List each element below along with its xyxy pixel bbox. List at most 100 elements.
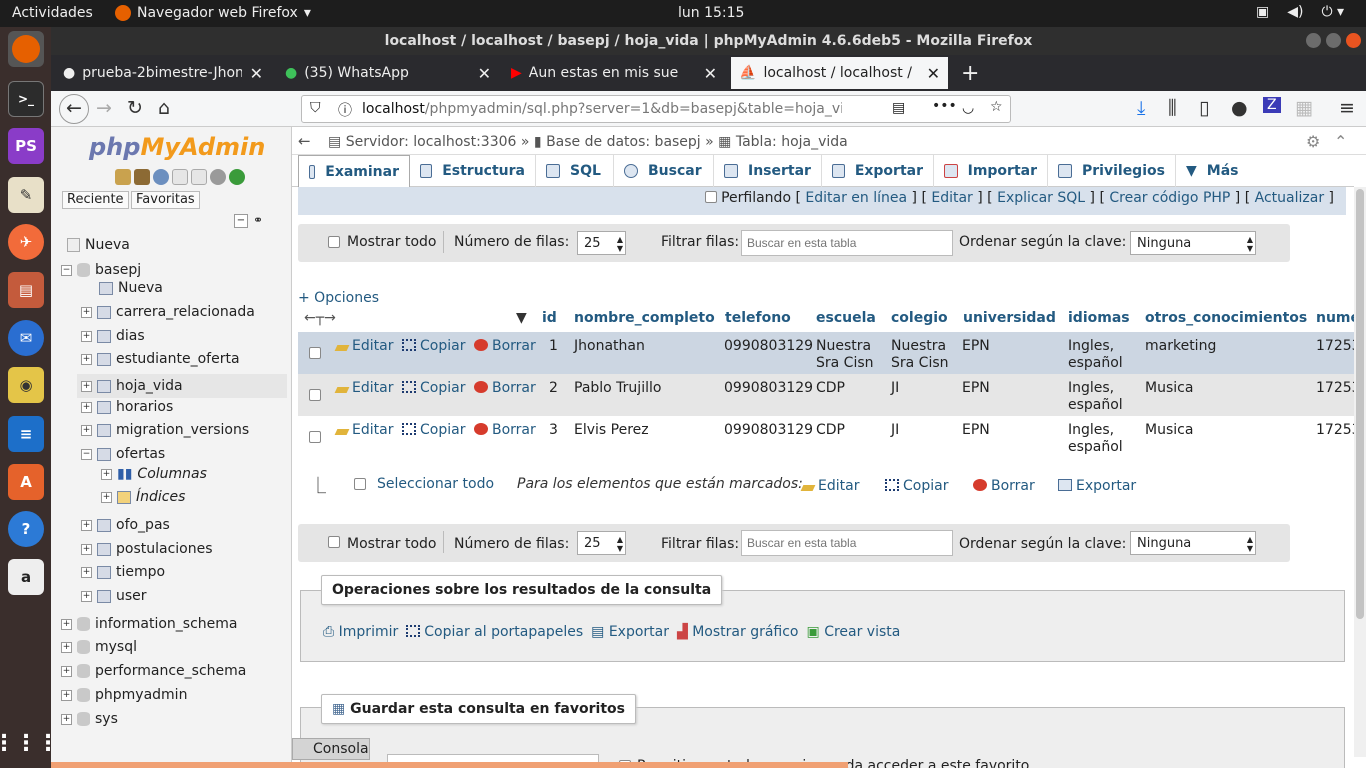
forward-button[interactable]: →: [96, 97, 112, 119]
row-checkbox[interactable]: [309, 389, 321, 401]
tree-table[interactable]: + migration_versions: [81, 422, 249, 438]
phpmyadmin-logo[interactable]: phpMyAdmin: [89, 133, 265, 161]
url-bar[interactable]: ⛉ ⓘ localhost/phpmyadmin/sql.php?server=…: [301, 95, 1011, 123]
tab-buscar[interactable]: Buscar: [614, 155, 714, 187]
expand-icon[interactable]: +: [81, 519, 92, 531]
zotero-icon[interactable]: Z: [1263, 97, 1281, 113]
breadcrumb-db[interactable]: Base de datos: basepj: [546, 134, 701, 150]
cell-universidad[interactable]: EPN: [962, 338, 990, 355]
select-all-link[interactable]: Seleccionar todo: [377, 476, 494, 492]
cell-telefono[interactable]: 0990803129: [724, 380, 813, 397]
writer-dock-icon[interactable]: ≡: [8, 416, 44, 452]
cell-nombre[interactable]: Jhonathan: [574, 338, 645, 355]
cell-id[interactable]: 1: [549, 338, 558, 355]
cell-otros[interactable]: Musica: [1145, 422, 1193, 439]
row-copy-link[interactable]: Copiar: [402, 422, 465, 439]
settings-gear-icon[interactable]: ⚙: [1306, 132, 1320, 151]
select-all-checkbox[interactable]: [354, 478, 366, 490]
tree-table[interactable]: + carrera_relacionada: [81, 304, 255, 320]
cell-otros[interactable]: marketing: [1145, 338, 1216, 355]
show-chart-link[interactable]: ▟ Mostrar gráfico: [677, 624, 799, 640]
tree-db[interactable]: + sys: [61, 711, 118, 727]
thunderbird-dock-icon[interactable]: ✉: [8, 320, 44, 356]
docs2-icon[interactable]: [191, 169, 207, 185]
cell-colegio[interactable]: Nuestra Sra Cisn: [891, 338, 961, 372]
bulk-delete-link[interactable]: Borrar: [973, 478, 1035, 494]
tab-youtube[interactable]: ▶ Aun estas en mis sueñ ✕: [503, 57, 725, 89]
gear-icon[interactable]: [210, 169, 226, 185]
cell-nombre[interactable]: Pablo Trujillo: [574, 380, 661, 397]
edit-link[interactable]: Editar: [931, 190, 972, 206]
tree-new-table[interactable]: Nueva: [99, 280, 163, 296]
docs-icon[interactable]: [172, 169, 188, 185]
back-button[interactable]: ←: [59, 94, 89, 124]
terminal-dock-icon[interactable]: >_: [8, 81, 44, 117]
exit-icon[interactable]: [134, 169, 150, 185]
amazon-dock-icon[interactable]: a: [8, 559, 44, 595]
shield-icon[interactable]: ⛉: [310, 100, 321, 116]
bulk-copy-link[interactable]: Copiar: [885, 478, 948, 494]
tree-db[interactable]: + phpmyadmin: [61, 687, 187, 703]
close-tab-icon[interactable]: ✕: [250, 64, 263, 83]
row-delete-link[interactable]: Borrar: [474, 380, 536, 397]
expand-icon[interactable]: +: [81, 306, 92, 318]
page-actions-icon[interactable]: •••: [932, 98, 957, 114]
col-header[interactable]: otros_conocimientos: [1145, 310, 1307, 326]
tree-table[interactable]: + estudiante_oferta: [81, 351, 240, 367]
cell-otros[interactable]: Musica: [1145, 380, 1193, 397]
cell-telefono[interactable]: 0990803129: [724, 338, 813, 355]
row-edit-link[interactable]: Editar: [334, 422, 393, 439]
cell-telefono[interactable]: 0990803129: [724, 422, 813, 439]
row-delete-link[interactable]: Borrar: [474, 338, 536, 355]
tree-table[interactable]: + ofo_pas: [81, 517, 170, 533]
cell-universidad[interactable]: EPN: [962, 380, 990, 397]
expand-icon[interactable]: +: [61, 713, 72, 725]
favorites-button[interactable]: Favoritas: [131, 191, 200, 209]
activities-button[interactable]: Actividades: [12, 5, 93, 21]
row-copy-link[interactable]: Copiar: [402, 380, 465, 397]
tab-phpmyadmin[interactable]: ⛵localhost / localhost / ba✕: [731, 57, 948, 89]
export-link[interactable]: ▤ Exportar: [591, 624, 669, 640]
column-resize-icon[interactable]: ←┬→: [304, 310, 336, 326]
tree-table[interactable]: + horarios: [81, 399, 173, 415]
collapse-icon[interactable]: −: [81, 448, 92, 460]
col-header[interactable]: telefono: [725, 310, 791, 326]
show-all-checkbox[interactable]: [328, 236, 340, 248]
cell-idiomas[interactable]: Ingles, español: [1068, 422, 1138, 456]
explain-sql-link[interactable]: Explicar SQL: [997, 190, 1085, 206]
rows-select[interactable]: 25 ▲ ▼: [577, 531, 626, 555]
close-tab-icon[interactable]: ✕: [927, 64, 940, 83]
cell-nombre[interactable]: Elvis Perez: [574, 422, 649, 439]
apps-grid-icon[interactable]: ⋮⋮⋮: [0, 725, 59, 761]
row-checkbox[interactable]: [309, 347, 321, 359]
expand-icon[interactable]: +: [81, 380, 92, 392]
close-tab-icon[interactable]: ✕: [478, 64, 491, 83]
sort-arrow-icon[interactable]: ▼: [516, 310, 527, 326]
rows-select[interactable]: 25 ▲ ▼: [577, 231, 626, 255]
cell-universidad[interactable]: EPN: [962, 422, 990, 439]
text-editor-dock-icon[interactable]: ✎: [8, 177, 44, 213]
filter-input[interactable]: [741, 530, 953, 556]
tab-privilegios[interactable]: Privilegios: [1048, 155, 1176, 187]
cell-id[interactable]: 2: [549, 380, 558, 397]
tab-examinar[interactable]: Examinar: [298, 155, 410, 187]
breadcrumb-table[interactable]: Tabla: hoja_vida: [736, 134, 848, 150]
expand-icon[interactable]: +: [81, 543, 92, 555]
rhythmbox-dock-icon[interactable]: ◉: [8, 367, 44, 403]
system-tray[interactable]: ▣ ◀) ⏻ ▾: [1256, 4, 1344, 20]
downloads-icon[interactable]: ⤓: [1137, 97, 1145, 119]
tab-estructura[interactable]: Estructura: [410, 155, 536, 187]
expand-icon[interactable]: +: [61, 689, 72, 701]
expand-icon[interactable]: +: [61, 618, 72, 630]
reader-icon[interactable]: ▤: [892, 100, 905, 116]
breadcrumb-server[interactable]: Servidor: localhost:3306: [346, 134, 517, 150]
home-icon[interactable]: [115, 169, 131, 185]
copy-clipboard-link[interactable]: Copiar al portapapeles: [406, 624, 583, 640]
bulk-export-link[interactable]: Exportar: [1058, 478, 1136, 494]
collapse-nav-icon[interactable]: ←: [298, 132, 311, 150]
options-link[interactable]: + Opciones: [298, 290, 379, 306]
col-header[interactable]: idiomas: [1068, 310, 1130, 326]
sort-select[interactable]: Ninguna ▲ ▼: [1130, 531, 1256, 555]
tree-db[interactable]: + information_schema: [61, 616, 238, 632]
tab-exportar[interactable]: Exportar: [822, 155, 934, 187]
